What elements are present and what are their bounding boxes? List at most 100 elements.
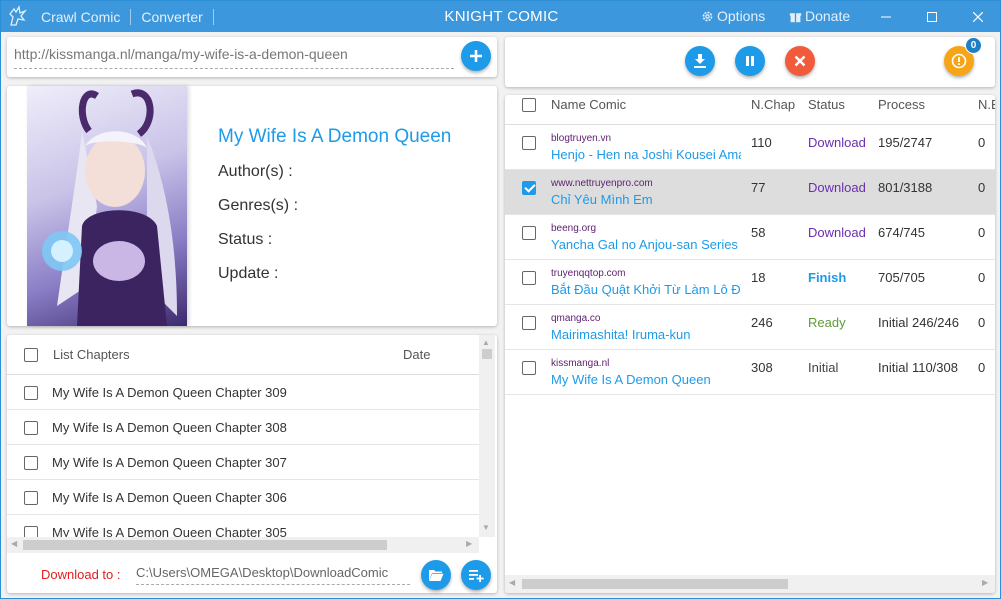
pause-button[interactable]	[735, 46, 765, 76]
comic-queue-table: Name Comic N.Chap Status Process N.E blo…	[505, 95, 995, 593]
minimize-button[interactable]	[863, 1, 909, 32]
chapter-title: My Wife Is A Demon Queen Chapter 308	[52, 420, 287, 435]
comic-checkbox[interactable]	[522, 136, 536, 150]
scroll-left-icon[interactable]: ◀	[509, 578, 515, 587]
select-all-chapters-checkbox[interactable]	[24, 348, 38, 362]
table-row[interactable]: www.nettruyenpro.com Chỉ Yêu Mình Em 77 Dow…	[505, 170, 995, 215]
scroll-thumb[interactable]	[482, 349, 492, 359]
chapter-row[interactable]: My Wife Is A Demon Queen Chapter 307	[7, 445, 479, 480]
chapter-row[interactable]: My Wife Is A Demon Queen Chapter 308	[7, 410, 479, 445]
chapter-row[interactable]: My Wife Is A Demon Queen Chapter 309	[7, 375, 479, 410]
col-nchap[interactable]: N.Chap	[751, 97, 795, 112]
scroll-down-icon[interactable]: ▼	[482, 523, 490, 532]
manga-cover-image	[27, 86, 187, 326]
minimize-icon	[881, 16, 891, 17]
col-status[interactable]: Status	[808, 97, 845, 112]
comic-ne: 0	[978, 135, 986, 150]
cancel-button[interactable]	[785, 46, 815, 76]
scroll-right-icon[interactable]: ▶	[466, 539, 472, 548]
comic-process: 705/705	[878, 270, 925, 285]
table-row[interactable]: blogtruyen.vn Henjo - Hen na Joshi Kousei…	[505, 125, 995, 170]
plus-icon	[470, 50, 482, 62]
col-process[interactable]: Process	[878, 97, 925, 112]
url-input[interactable]: http://kissmanga.nl/manga/my-wife-is-a-d…	[14, 46, 454, 69]
table-header: Name Comic N.Chap Status Process N.E	[505, 95, 995, 125]
select-all-comics-checkbox[interactable]	[522, 98, 536, 112]
chapter-row[interactable]: My Wife Is A Demon Queen Chapter 306	[7, 480, 479, 515]
browse-folder-button[interactable]	[421, 560, 451, 590]
scroll-left-icon[interactable]: ◀	[11, 539, 17, 548]
close-window-button[interactable]	[955, 1, 1000, 32]
comic-ne: 0	[978, 315, 986, 330]
table-row[interactable]: qmanga.co Mairimashita! Iruma-kun 246 Ready…	[505, 305, 995, 350]
download-bar: Download to : C:\Users\OMEGA\Desktop\Dow…	[7, 557, 497, 593]
comic-status: Download	[808, 135, 866, 150]
comic-nchap: 246	[751, 315, 773, 330]
alert-circle-icon	[951, 53, 967, 69]
start-download-button[interactable]	[685, 46, 715, 76]
chapter-row[interactable]: My Wife Is A Demon Queen Chapter 305	[7, 515, 479, 538]
comic-source-site: blogtruyen.vn	[551, 133, 612, 144]
chapter-list-panel: List Chapters Date My Wife Is A Demon Qu…	[7, 335, 497, 593]
comic-source-site: beeng.org	[551, 223, 597, 234]
options-menu[interactable]: Options	[701, 8, 765, 24]
scroll-thumb[interactable]	[23, 540, 387, 550]
pause-icon	[746, 56, 754, 66]
add-to-queue-button[interactable]	[461, 560, 491, 590]
comic-checkbox[interactable]	[522, 226, 536, 240]
comic-ne: 0	[978, 225, 986, 240]
queue-controls-panel: 0	[505, 37, 995, 87]
col-ne[interactable]: N.E	[978, 97, 995, 112]
add-comic-button[interactable]	[461, 41, 491, 71]
comic-checkbox[interactable]	[522, 361, 536, 375]
comic-checkbox[interactable]	[522, 181, 536, 195]
chapter-horizontal-scrollbar[interactable]: ◀ ▶	[7, 537, 479, 553]
col-name-comic[interactable]: Name Comic	[551, 97, 626, 112]
chapter-checkbox[interactable]	[24, 386, 38, 400]
donate-menu[interactable]: Donate	[789, 8, 850, 24]
status-label: Status :	[218, 231, 273, 248]
table-row[interactable]: beeng.org Yancha Gal no Anjou-san Series 5…	[505, 215, 995, 260]
url-panel: http://kissmanga.nl/manga/my-wife-is-a-d…	[7, 37, 497, 77]
maximize-icon	[927, 11, 937, 22]
author-label: Author(s) :	[218, 163, 293, 180]
comic-name[interactable]: Yancha Gal no Anjou-san Series	[551, 237, 741, 252]
comic-status: Download	[808, 180, 866, 195]
folder-open-icon	[429, 570, 444, 581]
table-row[interactable]: truyenqqtop.com Bắt Đầu Quật Khởi Từ Làm …	[505, 260, 995, 305]
comic-nchap: 110	[751, 135, 772, 150]
col-list-chapters: List Chapters	[53, 347, 130, 362]
comic-name[interactable]: My Wife Is A Demon Queen	[551, 372, 741, 387]
table-row[interactable]: kissmanga.nl My Wife Is A Demon Queen 308 I…	[505, 350, 995, 395]
scroll-up-icon[interactable]: ▲	[482, 338, 490, 347]
chapter-checkbox[interactable]	[24, 421, 38, 435]
cover-illustration	[42, 89, 177, 326]
chapter-list-header: List Chapters Date	[7, 335, 479, 375]
comic-name[interactable]: Mairimashita! Iruma-kun	[551, 327, 741, 342]
comic-name[interactable]: Henjo - Hen na Joshi Kousei Amano Jaku	[551, 147, 741, 162]
title-bar: Crawl Comic Converter KNIGHT COMIC Option…	[1, 1, 1000, 32]
maximize-button[interactable]	[909, 1, 955, 32]
chapter-checkbox[interactable]	[24, 491, 38, 505]
comic-checkbox[interactable]	[522, 316, 536, 330]
comic-checkbox[interactable]	[522, 271, 536, 285]
comic-status: Finish	[808, 270, 847, 285]
close-icon	[794, 55, 806, 67]
app-title: KNIGHT COMIC	[444, 8, 559, 25]
comic-ne: 0	[978, 180, 986, 195]
comic-status: Download	[808, 225, 866, 240]
chapter-vertical-scrollbar[interactable]: ▲ ▼	[479, 335, 495, 537]
scroll-thumb[interactable]	[522, 579, 788, 589]
comic-process: 801/3188	[878, 180, 933, 195]
chapter-checkbox[interactable]	[24, 456, 38, 470]
comic-status: Ready	[808, 315, 846, 330]
table-horizontal-scrollbar[interactable]: ◀ ▶	[505, 575, 995, 593]
comic-name[interactable]: Chỉ Yêu Mình Em	[551, 192, 741, 207]
comic-name[interactable]: Bắt Đầu Quật Khởi Từ Làm Lô Đỉnh	[551, 282, 741, 297]
download-path-input[interactable]: C:\Users\OMEGA\Desktop\DownloadComic	[136, 565, 410, 585]
donate-label: Donate	[805, 8, 851, 24]
comic-nchap: 18	[751, 270, 766, 285]
comic-process: 674/745	[878, 225, 925, 240]
download-to-label: Download to :	[41, 567, 121, 582]
scroll-right-icon[interactable]: ▶	[982, 578, 988, 587]
